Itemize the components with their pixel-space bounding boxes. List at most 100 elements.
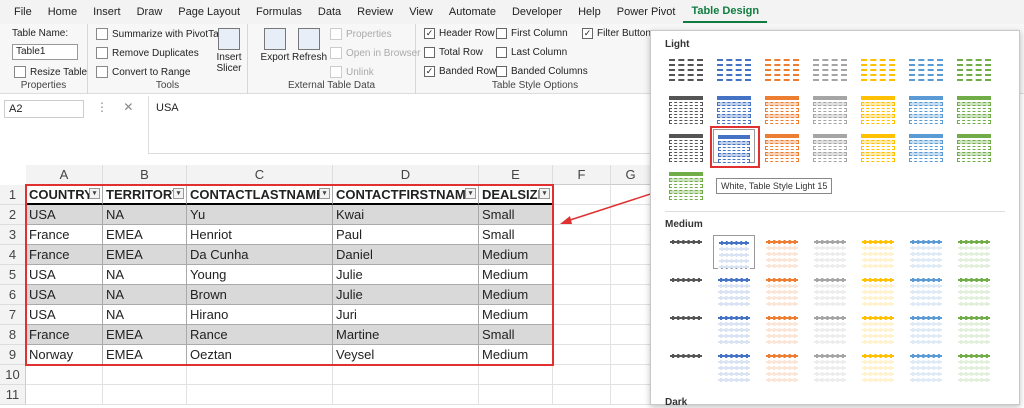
- table-style-swatch[interactable]: [905, 235, 947, 269]
- convert-range-button[interactable]: Convert to Range: [96, 66, 190, 78]
- table-name-input[interactable]: Table1: [12, 44, 78, 60]
- table-style-swatch[interactable]: [665, 167, 707, 201]
- row-header-4[interactable]: 4: [0, 245, 26, 265]
- table-style-swatch[interactable]: [953, 91, 995, 125]
- empty-cell[interactable]: [553, 385, 611, 405]
- table-style-swatch[interactable]: [761, 53, 803, 87]
- empty-cell[interactable]: [187, 385, 333, 405]
- empty-cell[interactable]: [553, 245, 611, 265]
- col-header-c[interactable]: C: [187, 165, 333, 185]
- table-style-swatch[interactable]: [857, 91, 899, 125]
- banded-columns-checkbox[interactable]: Banded Columns: [496, 66, 588, 77]
- table-style-swatch[interactable]: [809, 53, 851, 87]
- total-row-checkbox[interactable]: Total Row: [424, 47, 483, 58]
- empty-cell[interactable]: [333, 385, 479, 405]
- empty-cell[interactable]: [553, 345, 611, 365]
- row-header-6[interactable]: 6: [0, 285, 26, 305]
- empty-cell[interactable]: [611, 385, 651, 405]
- table-style-swatch[interactable]: [857, 273, 899, 307]
- row-header-2[interactable]: 2: [0, 205, 26, 225]
- table-style-swatch[interactable]: [857, 311, 899, 345]
- menu-power-pivot[interactable]: Power Pivot: [609, 0, 684, 24]
- empty-cell[interactable]: [611, 345, 651, 365]
- menu-insert[interactable]: Insert: [85, 0, 129, 24]
- formula-input[interactable]: [148, 96, 658, 154]
- row-header-10[interactable]: 10: [0, 365, 26, 385]
- table-style-swatch[interactable]: [665, 349, 707, 383]
- filter-button-checkbox[interactable]: ✓ Filter Button: [582, 28, 651, 39]
- table-style-swatch[interactable]: [665, 91, 707, 125]
- table-style-swatch[interactable]: [761, 349, 803, 383]
- table-style-swatch[interactable]: [857, 349, 899, 383]
- table-style-swatch[interactable]: [761, 129, 803, 163]
- name-box[interactable]: A2: [4, 100, 84, 118]
- menu-home[interactable]: Home: [40, 0, 85, 24]
- table-style-swatch[interactable]: [809, 349, 851, 383]
- table-style-swatch[interactable]: [713, 91, 755, 125]
- empty-cell[interactable]: [553, 305, 611, 325]
- empty-cell[interactable]: [611, 245, 651, 265]
- table-style-swatch[interactable]: [809, 235, 851, 269]
- row-header-3[interactable]: 3: [0, 225, 26, 245]
- menu-page-layout[interactable]: Page Layout: [170, 0, 248, 24]
- resize-table-button[interactable]: Resize Table: [14, 66, 87, 78]
- row-header-5[interactable]: 5: [0, 265, 26, 285]
- table-style-swatch[interactable]: [953, 273, 995, 307]
- insert-slicer-button[interactable]: Insert Slicer: [214, 28, 244, 74]
- table-style-swatch[interactable]: [953, 235, 995, 269]
- table-style-swatch[interactable]: [905, 129, 947, 163]
- table-style-swatch[interactable]: [809, 91, 851, 125]
- summarize-pivot-button[interactable]: Summarize with PivotTable: [96, 28, 232, 40]
- table-style-swatch[interactable]: [713, 235, 755, 269]
- menu-data[interactable]: Data: [310, 0, 349, 24]
- menu-view[interactable]: View: [401, 0, 441, 24]
- table-style-swatch[interactable]: [953, 129, 995, 163]
- col-header-a[interactable]: A: [26, 165, 103, 185]
- menu-draw[interactable]: Draw: [129, 0, 171, 24]
- empty-cell[interactable]: [333, 365, 479, 385]
- empty-cell[interactable]: [187, 365, 333, 385]
- menu-automate[interactable]: Automate: [441, 0, 504, 24]
- export-button[interactable]: Export: [260, 28, 290, 63]
- row-header-1[interactable]: 1: [0, 185, 26, 205]
- first-column-checkbox[interactable]: First Column: [496, 28, 568, 39]
- empty-cell[interactable]: [611, 265, 651, 285]
- empty-cell[interactable]: [553, 325, 611, 345]
- table-style-swatch[interactable]: [713, 311, 755, 345]
- empty-cell[interactable]: [26, 365, 103, 385]
- table-style-swatch[interactable]: [809, 129, 851, 163]
- col-header-b[interactable]: B: [103, 165, 187, 185]
- table-style-swatch[interactable]: [713, 349, 755, 383]
- table-style-swatch[interactable]: [665, 273, 707, 307]
- empty-cell[interactable]: [553, 285, 611, 305]
- table-style-swatch[interactable]: [809, 273, 851, 307]
- table-style-swatch[interactable]: [857, 235, 899, 269]
- menu-developer[interactable]: Developer: [504, 0, 570, 24]
- row-header-9[interactable]: 9: [0, 345, 26, 365]
- menu-table-design[interactable]: Table Design: [683, 1, 768, 23]
- menu-file[interactable]: File: [6, 0, 40, 24]
- banded-rows-checkbox[interactable]: ✓ Banded Rows: [424, 66, 501, 77]
- table-style-swatch[interactable]: [905, 53, 947, 87]
- empty-cell[interactable]: [611, 365, 651, 385]
- header-row-checkbox[interactable]: ✓ Header Row: [424, 28, 495, 39]
- empty-cell[interactable]: [553, 365, 611, 385]
- open-browser-button[interactable]: Open in Browser: [330, 47, 420, 59]
- empty-cell[interactable]: [479, 365, 553, 385]
- table-style-swatch[interactable]: [761, 311, 803, 345]
- table-style-swatch[interactable]: [905, 91, 947, 125]
- empty-cell[interactable]: [553, 265, 611, 285]
- table-style-swatch[interactable]: [953, 311, 995, 345]
- table-style-swatch[interactable]: [713, 273, 755, 307]
- table-style-swatch[interactable]: [905, 311, 947, 345]
- table-style-swatch[interactable]: [761, 235, 803, 269]
- table-style-swatch[interactable]: [761, 273, 803, 307]
- table-style-swatch[interactable]: [857, 53, 899, 87]
- table-style-swatch[interactable]: [953, 349, 995, 383]
- col-header-d[interactable]: D: [333, 165, 479, 185]
- empty-cell[interactable]: [26, 385, 103, 405]
- table-style-swatch[interactable]: [809, 311, 851, 345]
- menu-help[interactable]: Help: [570, 0, 609, 24]
- properties-button[interactable]: Properties: [330, 28, 392, 40]
- table-style-swatch[interactable]: [857, 129, 899, 163]
